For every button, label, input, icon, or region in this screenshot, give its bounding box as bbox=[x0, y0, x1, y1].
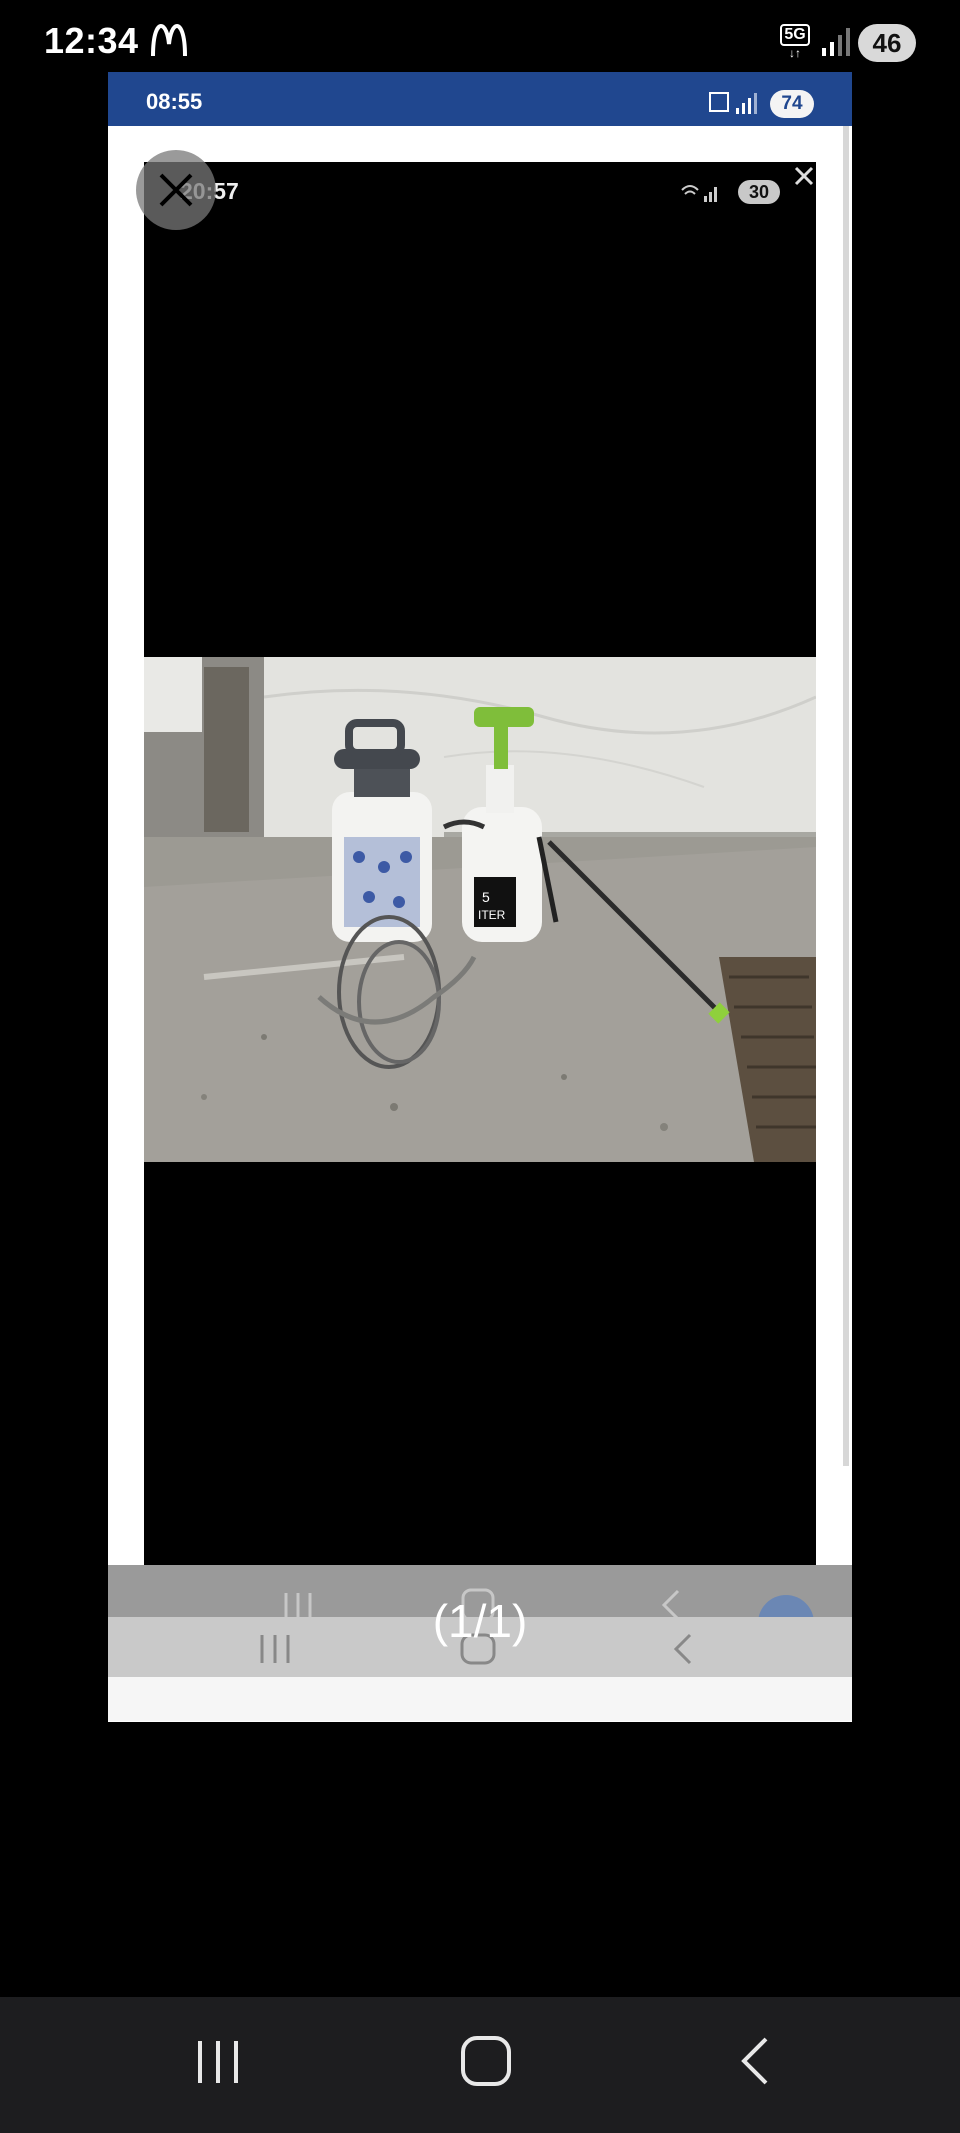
inner-close-icon[interactable] bbox=[792, 164, 816, 188]
system-nav-bar bbox=[0, 1997, 960, 2133]
close-icon bbox=[159, 173, 193, 207]
image-counter: (1/1) bbox=[432, 1595, 528, 1647]
network-label: 5G bbox=[780, 24, 810, 46]
signal-icon bbox=[822, 28, 850, 56]
status-time: 12:34 bbox=[44, 20, 139, 61]
mcdonalds-icon bbox=[151, 24, 187, 57]
screenshot-signal-icon bbox=[709, 92, 757, 114]
product-photo: 5 ITER bbox=[144, 657, 816, 1162]
svg-text:5: 5 bbox=[482, 889, 490, 905]
5g-icon: 5G ↓↑ bbox=[780, 24, 810, 60]
close-button[interactable] bbox=[136, 150, 216, 230]
screenshot-battery-indicator: 74 bbox=[770, 90, 814, 118]
back-icon[interactable] bbox=[734, 2035, 774, 2087]
screenshot-status-time: 08:55 bbox=[146, 89, 203, 114]
inner-signal-icon bbox=[681, 185, 717, 202]
svg-text:ITER: ITER bbox=[478, 908, 506, 922]
recents-icon[interactable] bbox=[192, 2037, 244, 2087]
screenshot-bottom-edge bbox=[108, 1677, 852, 1721]
battery-indicator: 46 bbox=[858, 24, 916, 62]
inner-battery-indicator: 30 bbox=[738, 180, 780, 204]
home-icon[interactable] bbox=[458, 2033, 514, 2089]
scrollbar[interactable] bbox=[843, 126, 849, 1466]
